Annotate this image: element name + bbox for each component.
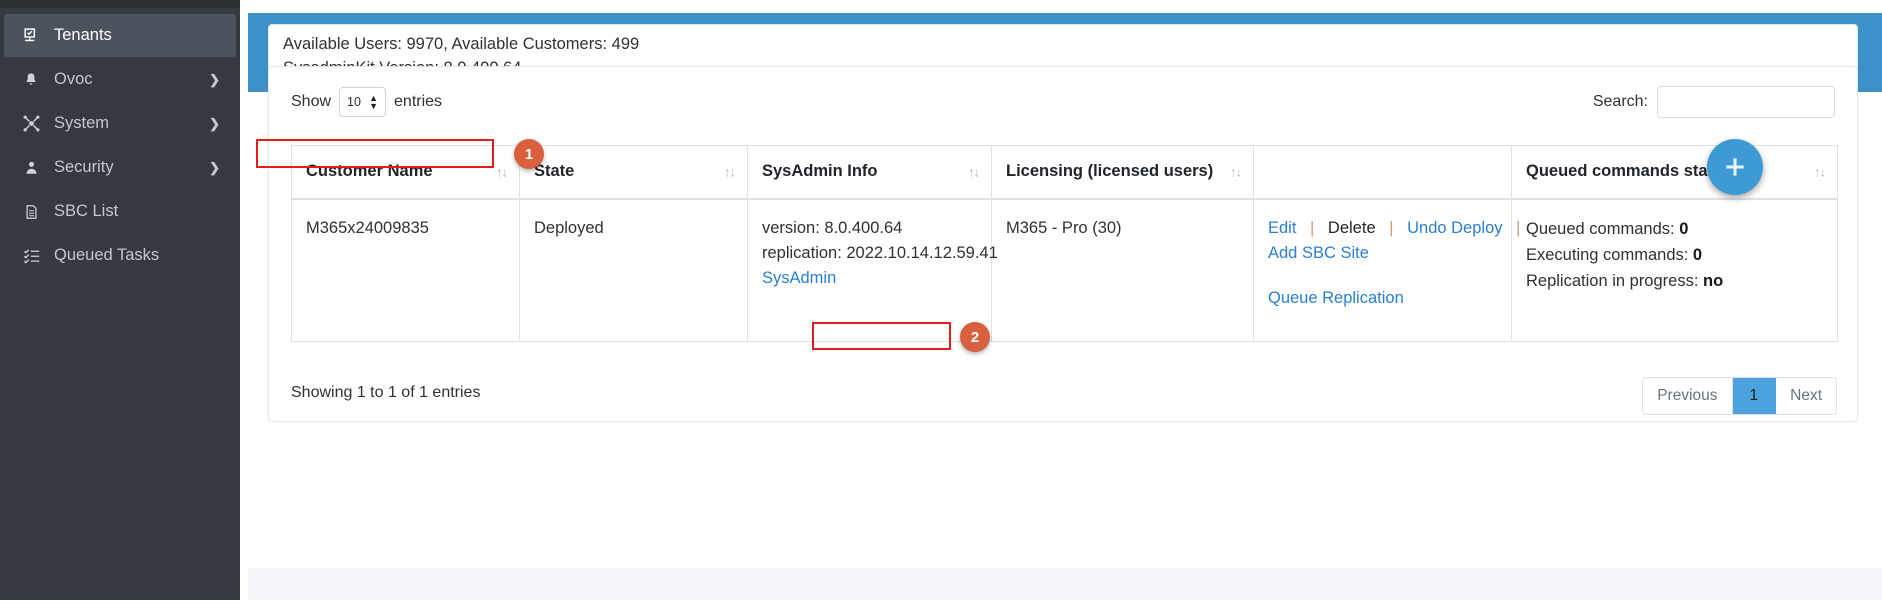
chevron-right-icon: ❯	[209, 71, 220, 87]
sort-icon: ↑↓	[1814, 164, 1826, 180]
search-label: Search:	[1592, 93, 1648, 110]
network-icon	[18, 114, 44, 134]
executing-commands-label: Executing commands:	[1526, 246, 1689, 264]
table-toolbar: Show 10 ▲ ▼ entries Search:	[269, 67, 1857, 129]
pagination-next-button[interactable]: Next	[1776, 378, 1836, 414]
tenants-table: Customer Name ↑↓ State ↑↓ SysAdmin Info …	[291, 145, 1838, 342]
task-list-icon	[18, 246, 44, 266]
tenants-table-card: Show 10 ▲ ▼ entries Search: Customer Nam…	[268, 66, 1858, 422]
undo-deploy-link[interactable]: Undo Deploy	[1407, 219, 1502, 237]
top-white-strip	[248, 0, 1882, 13]
replication-in-progress-status: Replication in progress: no	[1526, 268, 1823, 294]
chevron-updown-icon: ▲ ▼	[369, 93, 379, 111]
sysadmin-replication-value: replication: 2022.10.14.12.59.41	[762, 244, 998, 262]
add-tenant-button[interactable]	[1707, 139, 1763, 195]
customer-name-value: M365x24009835	[306, 219, 429, 237]
sort-icon: ↑↓	[1230, 164, 1242, 180]
sidebar-item-security[interactable]: Security ❯	[4, 146, 236, 189]
column-header-actions	[1253, 145, 1512, 200]
sidebar-top-divider	[0, 0, 240, 8]
column-label: Licensing (licensed users)	[1006, 162, 1214, 180]
column-header-sysadmin-info[interactable]: SysAdmin Info ↑↓	[747, 145, 992, 200]
table-row: M365x24009835 Deployed version: 8.0.400.…	[291, 198, 1838, 342]
bell-icon	[18, 70, 44, 90]
sidebar-item-label: SBC List	[54, 202, 119, 220]
document-icon	[18, 202, 44, 222]
entries-label: entries	[394, 93, 443, 110]
sysadmin-link[interactable]: SysAdmin	[762, 266, 977, 291]
column-label: Customer Name	[306, 162, 433, 180]
column-label: Queued commands status	[1526, 162, 1733, 180]
table-footer: Showing 1 to 1 of 1 entries Previous 1 N…	[269, 367, 1859, 423]
action-separator: |	[1389, 219, 1394, 237]
pagination-previous-button[interactable]: Previous	[1643, 378, 1733, 414]
action-separator: |	[1310, 219, 1315, 237]
main-content: Available Users: 9970, Available Custome…	[248, 0, 1882, 609]
replication-label: Replication in progress:	[1526, 272, 1699, 290]
sidebar-item-label: System	[54, 114, 110, 132]
pagination: Previous 1 Next	[1642, 377, 1837, 415]
pagination-page-1-button[interactable]: 1	[1732, 378, 1777, 414]
annotation-badge-2: 2	[960, 322, 990, 352]
sort-icon: ↑↓	[496, 164, 508, 180]
search-control: Search:	[1593, 86, 1835, 118]
action-separator: |	[1516, 219, 1521, 237]
chevron-right-icon: ❯	[209, 159, 220, 175]
entries-per-page-select[interactable]: 10 ▲ ▼	[339, 87, 387, 117]
cell-sysadmin-info: version: 8.0.400.64 replication: 2022.10…	[747, 198, 998, 342]
licensing-value: M365 - Pro (30)	[1006, 219, 1122, 237]
sidebar-item-label: Ovoc	[54, 70, 93, 88]
executing-commands-status: Executing commands: 0	[1526, 242, 1823, 268]
sidebar-item-queued-tasks[interactable]: Queued Tasks	[4, 234, 236, 277]
sidebar-item-label: Security	[54, 158, 114, 176]
delete-link[interactable]: Delete	[1328, 219, 1376, 237]
sidebar-item-tenants[interactable]: Tenants	[4, 14, 236, 57]
chevron-right-icon: ❯	[209, 115, 220, 131]
edit-link[interactable]: Edit	[1268, 219, 1296, 237]
availability-text: Available Users: 9970, Available Custome…	[283, 35, 640, 53]
sort-icon: ↑↓	[968, 164, 980, 180]
column-header-licensing[interactable]: Licensing (licensed users) ↑↓	[991, 145, 1254, 200]
cell-state: Deployed	[519, 198, 748, 342]
state-value: Deployed	[534, 219, 604, 237]
sysadmin-version-value: version: 8.0.400.64	[762, 219, 903, 237]
column-header-state[interactable]: State ↑↓	[519, 145, 748, 200]
sidebar: Tenants Ovoc ❯ System ❯ Security ❯ SBC L…	[0, 0, 240, 600]
plus-icon	[1726, 158, 1744, 176]
sidebar-item-system[interactable]: System ❯	[4, 102, 236, 145]
cell-queued-commands-status: Queued commands: 0 Executing commands: 0…	[1511, 198, 1838, 342]
add-sbc-site-link[interactable]: Add SBC Site	[1268, 241, 1497, 266]
tenants-icon	[18, 26, 44, 46]
executing-commands-value: 0	[1692, 246, 1703, 264]
cell-customer-name: M365x24009835	[291, 198, 520, 342]
sidebar-item-sbc-list[interactable]: SBC List	[4, 190, 236, 233]
app-root: Tenants Ovoc ❯ System ❯ Security ❯ SBC L…	[0, 0, 1882, 609]
column-header-customer-name[interactable]: Customer Name ↑↓	[291, 145, 520, 200]
actions-row-primary: Edit | Delete | Undo Deploy |	[1268, 216, 1520, 241]
cell-actions: Edit | Delete | Undo Deploy | Add SBC Si…	[1253, 198, 1520, 342]
show-label: Show	[291, 93, 332, 110]
sidebar-item-ovoc[interactable]: Ovoc ❯	[4, 58, 236, 101]
table-body: M365x24009835 Deployed version: 8.0.400.…	[291, 198, 1838, 342]
replication-value: no	[1703, 272, 1724, 290]
queue-replication-link[interactable]: Queue Replication	[1268, 286, 1497, 311]
cell-licensing: M365 - Pro (30)	[991, 198, 1254, 342]
column-label: State	[534, 162, 575, 180]
sidebar-item-label: Tenants	[54, 26, 112, 44]
user-icon	[18, 158, 44, 178]
show-entries-control: Show 10 ▲ ▼ entries	[291, 87, 442, 117]
annotation-badge-1: 1	[514, 139, 544, 169]
column-label: SysAdmin Info	[762, 162, 878, 180]
sidebar-item-label: Queued Tasks	[54, 246, 160, 264]
column-header-queued-commands-status[interactable]: Queued commands status ↑↓	[1511, 145, 1838, 200]
queued-commands-value: 0	[1679, 220, 1689, 238]
queued-commands-status: Queued commands: 0	[1526, 216, 1823, 242]
search-input[interactable]	[1657, 86, 1835, 118]
sort-icon: ↑↓	[724, 164, 736, 180]
queued-commands-label: Queued commands:	[1526, 220, 1675, 238]
showing-entries-info: Showing 1 to 1 of 1 entries	[291, 384, 481, 401]
entries-value: 10	[347, 95, 361, 109]
window-bottom-edge	[0, 600, 1882, 609]
